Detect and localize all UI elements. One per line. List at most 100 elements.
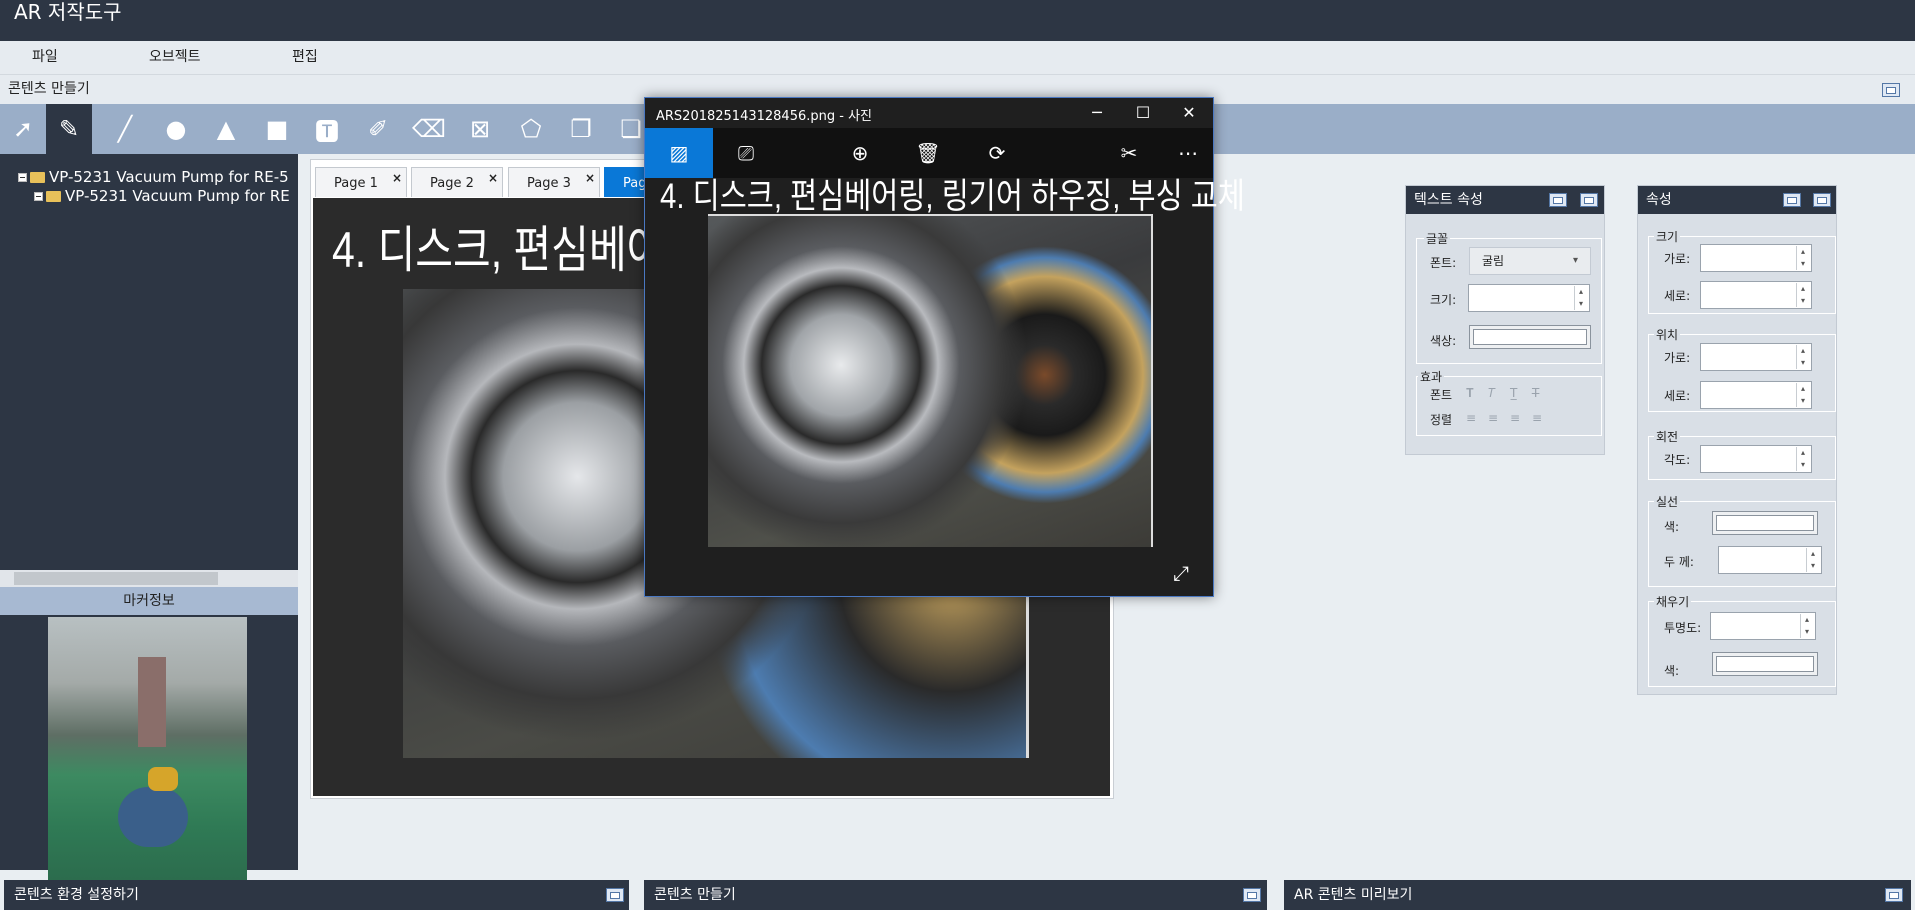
fullscreen-icon[interactable]: ⤢ [1173, 561, 1189, 585]
maximize-button[interactable]: ☐ [1120, 97, 1166, 128]
width-input[interactable] [1700, 244, 1812, 272]
text-properties-title: 텍스트 속성 [1414, 192, 1483, 208]
close-icon[interactable]: × [392, 162, 402, 194]
line-tool[interactable]: ╱ [102, 104, 148, 154]
marker-info-header: 마커정보 [0, 587, 298, 615]
bottom-panel-create-title: 콘텐츠 만들기 [654, 887, 736, 903]
expand-icon[interactable] [1580, 193, 1598, 207]
underline-icon[interactable]: T̲ [1510, 386, 1517, 400]
properties-panel: 속성 크기 가로: 세로: 위치 가로: 세로: 회전 각도: 실선 색: 두 … [1637, 185, 1837, 695]
bold-icon[interactable]: 𝐓 [1466, 386, 1474, 401]
pos-y-input[interactable] [1700, 381, 1812, 409]
expand-icon[interactable] [606, 888, 624, 902]
circle-icon: ● [165, 115, 187, 143]
minimize-button[interactable]: ─ [1074, 97, 1120, 128]
content-title: 콘텐츠 만들기 [8, 81, 90, 97]
menu-object[interactable]: 오브젝트 [149, 41, 201, 74]
rectangle-tool[interactable]: ■ [254, 104, 300, 154]
close-window-button[interactable]: ✕ [1166, 97, 1212, 128]
height-input[interactable] [1700, 281, 1812, 309]
polygon-icon: ⬠ [520, 115, 542, 143]
expand-icon[interactable] [1882, 83, 1900, 97]
line-group-label: 실선 [1654, 493, 1681, 510]
folder-icon [30, 172, 45, 183]
pump-pipe-shape [138, 657, 166, 747]
text-icon: 🆃 [315, 117, 339, 146]
close-icon[interactable]: × [585, 162, 595, 194]
align-justify-icon[interactable]: ≡ [1532, 411, 1542, 425]
text-color-picker[interactable] [1469, 325, 1591, 349]
effect-group-label: 효과 [1418, 368, 1445, 385]
bottom-panel-preview[interactable]: AR 콘텐츠 미리보기 [1284, 880, 1911, 910]
close-icon: ✕ [1182, 103, 1196, 122]
line-icon: ╱ [117, 115, 133, 143]
expand-node-icon[interactable] [34, 192, 43, 201]
effect-font-label: 폰트 [1430, 388, 1453, 402]
expand-icon[interactable] [1783, 193, 1801, 207]
expand-icon[interactable] [1549, 193, 1567, 207]
pump-motor-shape [118, 787, 188, 847]
select-tool[interactable]: ➚ [0, 104, 46, 154]
opacity-label: 투명도: [1664, 621, 1702, 635]
scrollbar-thumb[interactable] [14, 572, 218, 585]
bottom-panel-settings-title: 콘텐츠 환경 설정하기 [14, 887, 139, 903]
app-title-bar: AR 저작도구 [0, 0, 1915, 41]
bottom-panel-settings[interactable]: 콘텐츠 환경 설정하기 [4, 880, 629, 910]
line-thickness-input[interactable] [1718, 546, 1822, 574]
close-icon[interactable]: × [488, 162, 498, 194]
opacity-input[interactable] [1710, 612, 1816, 640]
align-center-icon[interactable]: ≡ [1488, 411, 1498, 425]
slideshow-icon: ⎚ [738, 141, 754, 165]
triangle-icon: ▲ [216, 115, 236, 143]
strikethrough-icon[interactable]: T̶ [1532, 386, 1539, 400]
expand-icon[interactable] [1885, 888, 1903, 902]
pos-x-input[interactable] [1700, 343, 1812, 371]
font-select[interactable]: 굴림 [1469, 247, 1591, 275]
fill-group-label: 채우기 [1654, 593, 1692, 610]
erase-all-icon: ⊠ [469, 115, 491, 143]
app-title: AR 저작도구 [14, 0, 122, 24]
expand-icon[interactable] [1813, 193, 1831, 207]
tab-label: Page 1 [334, 176, 378, 191]
polygon-tool[interactable]: ⬠ [508, 104, 554, 154]
line-color-picker[interactable] [1712, 511, 1818, 535]
tab-page-3[interactable]: Page 3 × [508, 167, 600, 197]
fill-color-picker[interactable] [1712, 652, 1818, 676]
menu-bar: 파일 오브젝트 편집 [0, 41, 1915, 74]
font-group-label: 글꼴 [1424, 230, 1451, 247]
rectangle-icon: ■ [265, 115, 289, 143]
angle-label: 각도: [1664, 453, 1691, 467]
size-label: 크기: [1430, 293, 1457, 307]
font-label: 폰트: [1430, 256, 1457, 270]
photo-image [708, 214, 1153, 547]
maximize-icon: ☐ [1135, 103, 1151, 122]
angle-input[interactable] [1700, 445, 1812, 473]
text-tool[interactable]: 🆃 [304, 104, 350, 154]
collapse-icon[interactable] [18, 173, 27, 182]
align-left-icon[interactable]: ≡ [1466, 411, 1476, 425]
bottom-panel-preview-title: AR 콘텐츠 미리보기 [1294, 887, 1413, 903]
triangle-tool[interactable]: ▲ [203, 104, 249, 154]
erase-all-tool[interactable]: ⊠ [457, 104, 503, 154]
tab-page-2[interactable]: Page 2 × [411, 167, 503, 197]
align-right-icon[interactable]: ≡ [1510, 411, 1520, 425]
position-group-label: 위치 [1654, 326, 1681, 343]
eyedropper-tool[interactable]: ✐ [355, 104, 401, 154]
properties-header: 속성 [1638, 186, 1836, 214]
tree-item-label: VP-5231 Vacuum Pump for RE [65, 187, 290, 205]
tree-item[interactable]: VP-5231 Vacuum Pump for RE [34, 187, 314, 205]
font-size-input[interactable] [1468, 284, 1590, 312]
more-icon: ⋯ [1178, 141, 1198, 165]
menu-file[interactable]: 파일 [32, 41, 58, 74]
circle-tool[interactable]: ● [153, 104, 199, 154]
eraser-tool[interactable]: ⌫ [406, 104, 452, 154]
expand-icon[interactable] [1243, 888, 1261, 902]
tab-page-1[interactable]: Page 1 × [315, 167, 407, 197]
italic-icon[interactable]: 𝑇 [1488, 386, 1496, 401]
menu-edit[interactable]: 편집 [292, 41, 318, 74]
free-draw-tool[interactable]: ✎ [46, 104, 92, 154]
arrange-tool[interactable]: ❐ [558, 104, 604, 154]
text-properties-panel: 텍스트 속성 글꼴 폰트: 굴림 크기: 색상: 효과 폰트 𝐓 𝑇 T̲ T̶… [1405, 185, 1605, 455]
tree-item[interactable]: VP-5231 Vacuum Pump for RE-5 [18, 168, 298, 186]
bottom-panel-create[interactable]: 콘텐츠 만들기 [644, 880, 1267, 910]
